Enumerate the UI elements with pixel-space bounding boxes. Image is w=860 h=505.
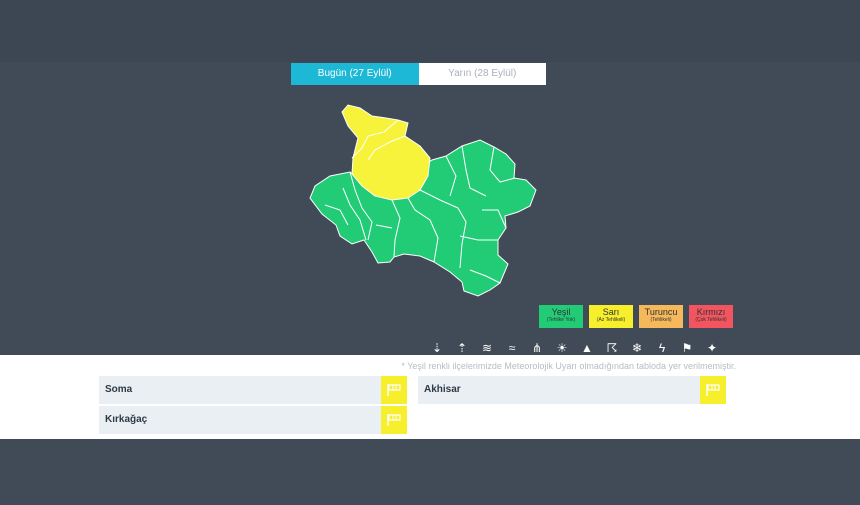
sun-heat-icon[interactable]: ☀ xyxy=(555,341,569,355)
legend-orange-label: Turuncu xyxy=(644,307,678,317)
legend-yellow: Sarı (Az Tehlikeli) xyxy=(589,305,633,328)
avalanche-icon[interactable]: ▲ xyxy=(580,341,594,355)
legend-red-label: Kırmızı xyxy=(696,307,726,317)
district-name: Akhisar xyxy=(424,384,461,395)
snow-icon[interactable]: ❄ xyxy=(630,341,644,355)
district-row-soma[interactable]: Soma xyxy=(99,376,407,404)
lightning-icon[interactable]: ϟ xyxy=(655,341,669,355)
district-name: Kırkağaç xyxy=(105,414,148,425)
wind-icon[interactable]: ≈ xyxy=(505,341,519,355)
district-row-akhisar[interactable]: Akhisar xyxy=(418,376,726,404)
legend-red-sub: (Çok Tehlikeli) xyxy=(695,317,727,323)
wind-flag-icon[interactable]: ⚑ xyxy=(680,341,694,355)
dust-icon[interactable]: ✦ xyxy=(705,341,719,355)
wind-flag-icon[interactable] xyxy=(381,406,407,434)
legend-orange: Turuncu (Tehlikeli) xyxy=(639,305,683,328)
fog-icon[interactable]: ≋ xyxy=(480,341,494,355)
legend-green-sub: (Tehlike Yok) xyxy=(546,317,576,323)
hazard-icons: ⇣ ⇡ ≋ ≈ ⋔ ☀ ▲ ☈ ❄ ϟ ⚑ ✦ xyxy=(430,341,719,355)
legend-green-label: Yeşil xyxy=(551,307,571,317)
wind-flag-icon[interactable] xyxy=(381,376,407,404)
legend-yellow-sub: (Az Tehlikeli) xyxy=(596,317,626,323)
warnings-panel: * Yeşil renkli ilçelerimizde Meteoroloji… xyxy=(0,355,860,439)
warning-legend: Yeşil (Tehlike Yok) Sarı (Az Tehlikeli) … xyxy=(539,305,733,328)
note-text: * Yeşil renkli ilçelerimizde Meteoroloji… xyxy=(401,361,736,371)
legend-orange-sub: (Tehlikeli) xyxy=(650,317,672,323)
district-row-kirkagac[interactable]: Kırkağaç xyxy=(99,406,407,434)
legend-green: Yeşil (Tehlike Yok) xyxy=(539,305,583,328)
rain-icon[interactable]: ⋔ xyxy=(530,341,544,355)
district-name: Soma xyxy=(105,384,133,395)
thermometer-up-icon[interactable]: ⇡ xyxy=(455,341,469,355)
legend-yellow-label: Sarı xyxy=(602,307,620,317)
wind-flag-icon[interactable] xyxy=(700,376,726,404)
legend-red: Kırmızı (Çok Tehlikeli) xyxy=(689,305,733,328)
storm-icon[interactable]: ☈ xyxy=(605,341,619,355)
thermometer-down-icon[interactable]: ⇣ xyxy=(430,341,444,355)
